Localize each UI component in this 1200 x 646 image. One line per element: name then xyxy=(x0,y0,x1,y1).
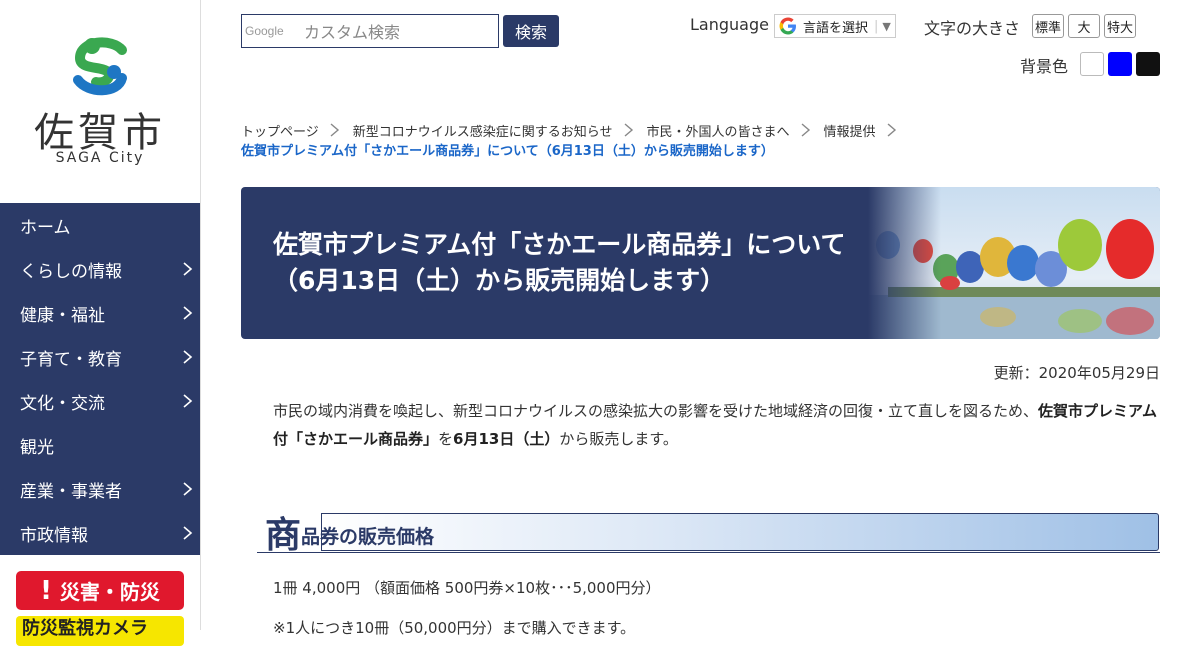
section-heading-initial: 商 xyxy=(265,515,302,556)
section-heading: 商 品券の販売価格 xyxy=(257,510,1160,556)
nav-item-label: 子育て・教育 xyxy=(20,349,122,370)
chevron-right-icon xyxy=(183,306,193,320)
language-label: Language xyxy=(690,15,769,34)
disaster-camera-button[interactable]: 防災監視カメラ xyxy=(16,616,184,646)
chevron-right-icon xyxy=(183,350,193,364)
language-select-value: 言語を選択 xyxy=(803,20,869,36)
bg-blue-button[interactable] xyxy=(1108,52,1132,76)
price-text: 1冊 4,000円 （額面価格 500円券×10枚･･･5,000円分） xyxy=(273,579,661,597)
chevron-right-icon xyxy=(330,123,339,137)
font-size-xlarge-button[interactable]: 特大 xyxy=(1104,14,1136,38)
chevron-right-icon xyxy=(183,394,193,408)
font-size-label: 文字の大きさ xyxy=(924,19,1021,38)
nav-item-living[interactable]: くらしの情報 xyxy=(0,247,200,291)
breadcrumb-current: 佐賀市プレミアム付「さかエール商品券」について（6月13日（土）から販売開始しま… xyxy=(241,144,774,159)
intro-text: を xyxy=(438,430,454,448)
section-heading-underline xyxy=(257,552,1160,553)
section-heading-text: 品券の販売価格 xyxy=(301,526,435,548)
nav-item-label: ホーム xyxy=(20,217,71,238)
intro-paragraph: 市民の域内消費を喚起し、新型コロナウイルスの感染拡大の影響を受けた地域経済の回復… xyxy=(273,397,1163,453)
background-color-label: 背景色 xyxy=(1020,57,1069,76)
chevron-right-icon xyxy=(183,482,193,496)
nav-item-home[interactable]: ホーム xyxy=(0,203,200,247)
purchase-limit-note: ※1人につき10冊（50,000円分）まで購入できます。 xyxy=(273,619,636,637)
google-icon xyxy=(779,17,796,35)
city-name-en: SAGA City xyxy=(55,150,145,166)
intro-bold: 6月13日（土） xyxy=(453,430,560,448)
search-box: Google xyxy=(241,14,499,48)
search-input[interactable] xyxy=(302,20,496,44)
chevron-right-icon xyxy=(887,123,896,137)
nav-item-label: くらしの情報 xyxy=(20,261,122,282)
nav-item-childcare[interactable]: 子育て・教育 xyxy=(0,335,200,379)
breadcrumb-item[interactable]: 市民・外国人の皆さまへ xyxy=(647,121,812,140)
disaster-prevention-button[interactable]: ! 災害・防災 xyxy=(16,571,184,610)
updated-date: 更新：2020年05月29日 xyxy=(993,364,1160,382)
intro-text: から販売します。 xyxy=(559,430,678,448)
bg-black-button[interactable] xyxy=(1136,52,1160,76)
chevron-right-icon xyxy=(183,526,193,540)
site-logo[interactable]: 佐賀市 SAGA City xyxy=(0,0,200,203)
hot-air-balloons-photo xyxy=(868,187,1160,339)
dropdown-arrow-icon: ▼ xyxy=(882,19,891,33)
nav-item-label: 文化・交流 xyxy=(20,393,105,414)
page-hero: 佐賀市プレミアム付「さかエール商品券」について（6月13日（土）から販売開始しま… xyxy=(241,187,1160,339)
breadcrumb-link[interactable]: 新型コロナウイルス感染症に関するお知らせ xyxy=(353,121,613,140)
chevron-right-icon xyxy=(624,123,633,137)
nav-item-city-admin[interactable]: 市政情報 xyxy=(0,511,200,555)
exclamation-icon: ! xyxy=(40,575,52,606)
google-brand: Google xyxy=(245,24,284,38)
font-size-standard-button[interactable]: 標準 xyxy=(1032,14,1064,38)
nav-item-culture[interactable]: 文化・交流 xyxy=(0,379,200,423)
search-button[interactable]: 検索 xyxy=(503,15,559,47)
nav-item-label: 観光 xyxy=(20,437,54,458)
divider: | xyxy=(874,18,879,34)
breadcrumb-item[interactable]: トップページ xyxy=(241,121,341,140)
breadcrumb-item[interactable]: 新型コロナウイルス感染症に関するお知らせ xyxy=(353,121,635,140)
nav-item-label: 健康・福祉 xyxy=(20,305,105,326)
nav-item-label: 産業・事業者 xyxy=(20,481,122,502)
bg-white-button[interactable] xyxy=(1080,52,1104,76)
main-nav: ホーム くらしの情報 健康・福祉 子育て・教育 文化・交流 観光 産業・事業者 … xyxy=(0,203,200,555)
breadcrumb-link[interactable]: 市民・外国人の皆さまへ xyxy=(647,121,790,140)
nav-item-tourism[interactable]: 観光 xyxy=(0,423,200,467)
chevron-right-icon xyxy=(183,262,193,276)
breadcrumb-link[interactable]: トップページ xyxy=(241,121,319,140)
font-size-large-button[interactable]: 大 xyxy=(1068,14,1100,38)
section-heading-bar xyxy=(321,513,1159,551)
nav-item-health[interactable]: 健康・福祉 xyxy=(0,291,200,335)
chevron-right-icon xyxy=(801,123,810,137)
nav-item-business[interactable]: 産業・事業者 xyxy=(0,467,200,511)
sidebar: 佐賀市 SAGA City ホーム くらしの情報 健康・福祉 子育て・教育 文化… xyxy=(0,0,201,646)
breadcrumb-link[interactable]: 情報提供 xyxy=(824,121,876,140)
breadcrumb: トップページ 新型コロナウイルス感染症に関するお知らせ 市民・外国人の皆さまへ … xyxy=(241,120,1171,159)
nav-item-label: 市政情報 xyxy=(20,525,88,546)
language-select[interactable]: 言語を選択 | ▼ xyxy=(774,14,896,38)
intro-text: 市民の域内消費を喚起し、新型コロナウイルスの感染拡大の影響を受けた地域経済の回復… xyxy=(273,402,1039,420)
page-title: 佐賀市プレミアム付「さかエール商品券」について（6月13日（土）から販売開始しま… xyxy=(273,230,846,295)
city-emblem-icon xyxy=(73,37,127,96)
breadcrumb-item[interactable]: 情報提供 xyxy=(824,121,898,140)
disaster-label: 災害・防災 xyxy=(59,580,160,604)
